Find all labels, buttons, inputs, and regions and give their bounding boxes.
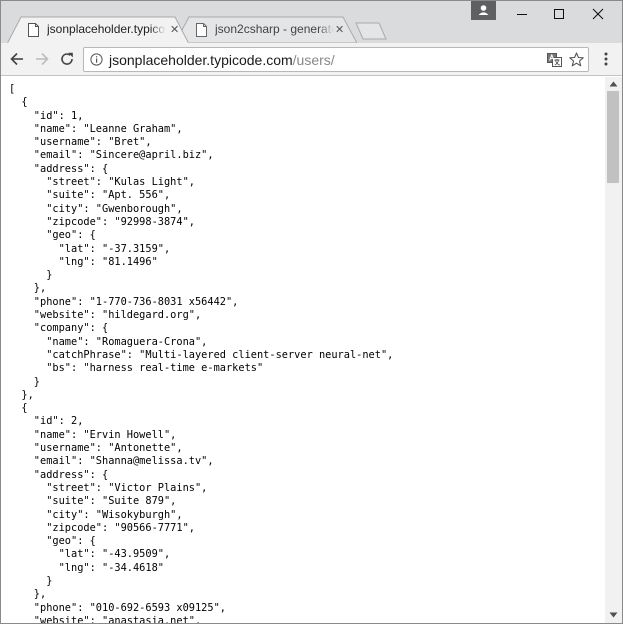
json-line: "bs": "harness real-time e-markets" bbox=[9, 362, 264, 375]
tab-title: json2csharp - generate c# classes from j… bbox=[215, 22, 334, 36]
json-line: "street": "Victor Plains", bbox=[9, 481, 208, 494]
url-text[interactable]: jsonplaceholder.typicode.com/users/ bbox=[109, 52, 335, 68]
back-arrow-icon[interactable] bbox=[9, 51, 25, 67]
browser-toolbar: jsonplaceholder.typicode.com/users/ bbox=[1, 43, 622, 76]
json-line: "name": "Romaguera-Crona", bbox=[9, 335, 208, 348]
json-line: "city": "Gwenborough", bbox=[9, 202, 183, 215]
json-line: "suite": "Apt. 556", bbox=[9, 189, 171, 202]
menu-icon[interactable] bbox=[600, 51, 612, 67]
json-line: "geo": { bbox=[9, 535, 96, 548]
page-content: [ { "id": 1, "name": "Leanne Graham", "u… bbox=[1, 77, 605, 624]
close-icon[interactable] bbox=[580, 1, 616, 25]
profile-icon[interactable] bbox=[471, 1, 496, 20]
json-line: "city": "Wisokyburgh", bbox=[9, 508, 183, 521]
json-line: "suite": "Suite 879", bbox=[9, 495, 177, 508]
tab-title-fade bbox=[318, 21, 334, 39]
json-line: "website": "hildegard.org", bbox=[9, 309, 202, 322]
json-line: "geo": { bbox=[9, 229, 96, 242]
json-line: "phone": "010-692-6593 x09125", bbox=[9, 601, 226, 614]
forward-arrow-icon[interactable] bbox=[34, 51, 50, 67]
browser-window: json2csharp - generate c# classes from j… bbox=[0, 0, 623, 624]
close-tab-icon[interactable]: ✕ bbox=[335, 23, 344, 37]
page-icon bbox=[196, 23, 207, 37]
page-icon bbox=[28, 23, 39, 37]
json-line: "id": 1, bbox=[9, 109, 84, 122]
json-line: "lat": "-37.3159", bbox=[9, 242, 171, 255]
star-icon[interactable] bbox=[569, 52, 584, 67]
json-line: [ bbox=[9, 83, 16, 95]
json-line: "email": "Shanna@melissa.tv", bbox=[9, 455, 214, 468]
translate-icon[interactable] bbox=[547, 53, 562, 67]
json-line: }, bbox=[9, 388, 34, 401]
tab-json2csharp[interactable]: json2csharp - generate c# classes from j… bbox=[175, 16, 357, 44]
json-line: "company": { bbox=[9, 322, 109, 335]
json-line: "lng": "81.1496" bbox=[9, 255, 158, 268]
json-line: "id": 2, bbox=[9, 415, 84, 428]
json-line: "email": "Sincere@april.biz", bbox=[9, 149, 214, 162]
json-line: "address": { bbox=[9, 468, 109, 481]
json-line: } bbox=[9, 574, 53, 587]
vertical-scrollbar[interactable] bbox=[605, 77, 622, 623]
tab-strip: json2csharp - generate c# classes from j… bbox=[1, 1, 622, 44]
url-path: /users/ bbox=[292, 52, 335, 68]
json-line: "username": "Antonette", bbox=[9, 442, 183, 455]
json-line: "username": "Bret", bbox=[9, 136, 152, 149]
reload-icon[interactable] bbox=[59, 51, 75, 67]
json-line: } bbox=[9, 375, 40, 388]
new-tab-button[interactable] bbox=[355, 22, 387, 40]
json-line: }, bbox=[9, 282, 47, 295]
minimize-icon[interactable] bbox=[504, 1, 540, 25]
json-line: "lat": "-43.9509", bbox=[9, 548, 171, 561]
json-line: "lng": "-34.4618" bbox=[9, 561, 164, 574]
tab-jsonplaceholder[interactable]: jsonplaceholder.typicode.com ✕ bbox=[7, 16, 189, 44]
json-line: }, bbox=[9, 588, 47, 601]
scrollbar-thumb[interactable] bbox=[607, 91, 619, 183]
address-bar[interactable]: jsonplaceholder.typicode.com/users/ bbox=[83, 47, 589, 72]
maximize-icon[interactable] bbox=[541, 1, 577, 25]
tab-title-fade bbox=[150, 21, 166, 39]
close-tab-icon[interactable]: ✕ bbox=[170, 23, 179, 37]
json-line: "name": "Leanne Graham", bbox=[9, 122, 183, 135]
url-host: jsonplaceholder.typicode.com bbox=[109, 52, 293, 68]
json-line: "catchPhrase": "Multi-layered client-ser… bbox=[9, 348, 394, 361]
json-line: "address": { bbox=[9, 162, 109, 175]
tab-title: jsonplaceholder.typicode.com bbox=[47, 22, 166, 36]
info-icon[interactable] bbox=[90, 53, 103, 66]
json-line: { bbox=[9, 402, 28, 415]
json-line: "street": "Kulas Light", bbox=[9, 176, 195, 189]
json-line: } bbox=[9, 269, 53, 282]
json-line: "phone": "1-770-736-8031 x56442", bbox=[9, 295, 239, 308]
json-response-text: [ { "id": 1, "name": "Leanne Graham", "u… bbox=[9, 83, 394, 624]
json-line: "website": "anastasia.net", bbox=[9, 614, 202, 624]
scroll-up-arrow-icon[interactable] bbox=[609, 81, 618, 87]
json-line: "zipcode": "90566-7771", bbox=[9, 521, 195, 534]
json-line: { bbox=[9, 96, 28, 109]
json-line: "name": "Ervin Howell", bbox=[9, 428, 177, 441]
scroll-down-arrow-icon[interactable] bbox=[609, 612, 618, 618]
json-line: "zipcode": "92998-3874", bbox=[9, 215, 195, 228]
